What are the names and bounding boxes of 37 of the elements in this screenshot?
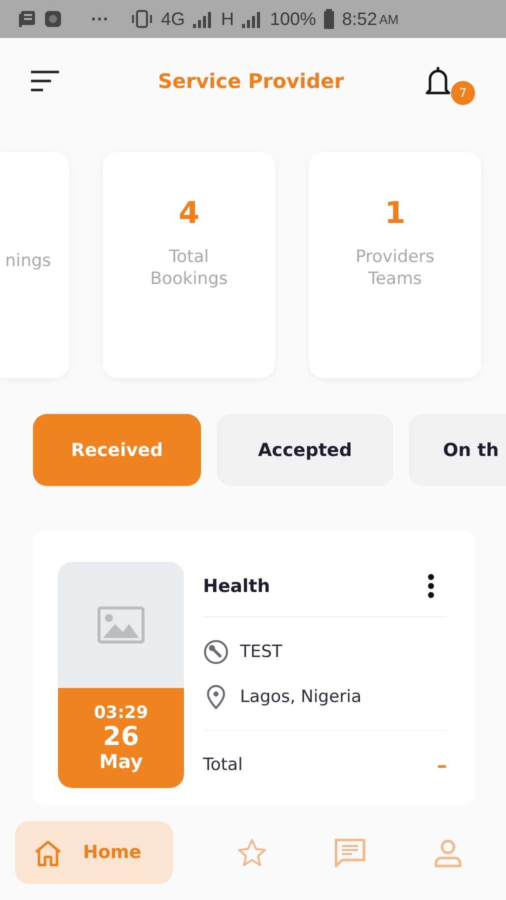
signal-icon (241, 10, 263, 28)
menu-icon[interactable] (30, 70, 60, 92)
clock-period: AM (379, 12, 399, 26)
total-value: – (437, 753, 447, 777)
location: Lagos, Nigeria (240, 687, 362, 707)
battery-percent: 100% (270, 8, 316, 30)
total-label: Total (203, 755, 243, 775)
home-icon (33, 838, 63, 866)
clock: 8:52 (342, 8, 378, 30)
app-icon (44, 10, 62, 28)
booking-day: 26 (102, 723, 140, 751)
service-name: TEST (240, 642, 282, 662)
user-icon (434, 838, 462, 868)
news-icon (17, 9, 37, 29)
chat-icon (334, 838, 366, 868)
more-notifications: ··· (91, 8, 109, 30)
wrench-icon (203, 639, 229, 665)
notification-badge: 7 (450, 81, 475, 105)
signal-icon (192, 10, 214, 28)
image-icon (97, 606, 145, 644)
star-icon (236, 838, 267, 868)
booking-month: May (99, 751, 143, 773)
status-tab[interactable]: Accepted (217, 414, 393, 486)
booking-time: 03:29 (94, 703, 148, 723)
vibrate-icon (130, 9, 154, 29)
network-type: 4G (160, 8, 185, 30)
stat-value: 4 (178, 195, 200, 233)
battery-icon (323, 9, 336, 29)
stat-label: Total Bookings (149, 246, 229, 290)
network-type: H (221, 8, 234, 30)
stat-label: nings (5, 250, 51, 272)
stat-label: Providers Teams (354, 246, 436, 290)
status-tab[interactable]: On th (409, 414, 506, 486)
more-icon[interactable] (427, 573, 435, 599)
app-title: Service Provider (158, 69, 344, 93)
booking-title: Health (203, 576, 270, 596)
stat-value: 1 (384, 195, 406, 233)
